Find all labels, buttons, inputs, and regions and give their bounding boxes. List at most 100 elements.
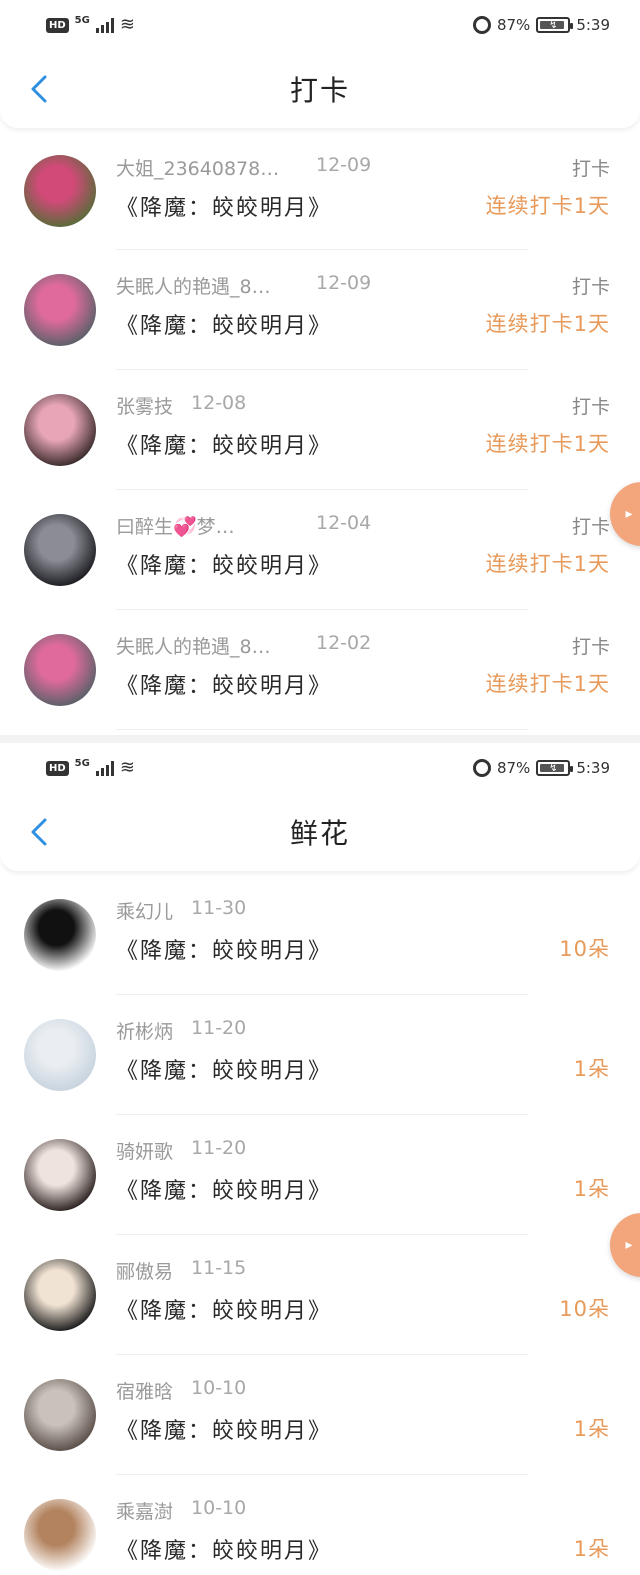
entry-meta: 郦傲易 11-15 xyxy=(116,1257,246,1284)
book-title[interactable]: 《降魔：皎皎明月》 xyxy=(116,1413,332,1445)
list-item[interactable]: 祈彬炳 11-20 《降魔：皎皎明月》 1朵 xyxy=(0,995,640,1115)
user-name[interactable]: 曰醉生💞梦… xyxy=(116,512,316,539)
user-name[interactable]: 宿雅晗 xyxy=(116,1377,173,1404)
hd-badge: HD xyxy=(46,17,69,33)
book-title[interactable]: 《降魔：皎皎明月》 xyxy=(116,1533,332,1565)
entry-meta: 张雾技 12-08 xyxy=(116,392,246,419)
avatar[interactable] xyxy=(24,1499,96,1571)
flower-count: 1朵 xyxy=(573,1417,610,1441)
status-left: HD 5G ≋ xyxy=(46,14,135,34)
alarm-icon xyxy=(472,16,491,34)
entry-meta: 祈彬炳 11-20 xyxy=(116,1017,246,1044)
user-name[interactable]: 失眠人的艳遇_8… xyxy=(116,632,316,659)
user-name[interactable]: 骑妍歌 xyxy=(116,1137,173,1164)
book-title[interactable]: 《降魔：皎皎明月》 xyxy=(116,1173,332,1205)
book-title[interactable]: 《降魔：皎皎明月》 xyxy=(116,428,332,460)
avatar[interactable] xyxy=(24,394,96,466)
flower-screen: HD 5G ≋ 87% ↯ 5:39 鲜花 乘幻儿 11-30 《降魔：皎皎明月》 1… xyxy=(0,743,640,1575)
entry-meta: 乘幻儿 11-30 xyxy=(116,897,246,924)
list-item[interactable]: 失眠人的艳遇_8… 12-02 《降魔：皎皎明月》 打卡 连续打卡1天 xyxy=(0,610,640,730)
avatar[interactable] xyxy=(24,514,96,586)
entry-meta: 骑妍歌 11-20 xyxy=(116,1137,246,1164)
status-right: 87% ↯ 5:39 xyxy=(472,16,610,34)
flower-count: 10朵 xyxy=(559,1297,610,1321)
list-item[interactable]: 骑妍歌 11-20 《降魔：皎皎明月》 1朵 xyxy=(0,1115,640,1235)
entry-date: 12-08 xyxy=(191,392,247,414)
wifi-icon: ≋ xyxy=(119,757,135,778)
status-left: HD 5G ≋ xyxy=(46,757,135,778)
list-item[interactable]: 郦傲易 11-15 《降魔：皎皎明月》 10朵 xyxy=(0,1235,640,1355)
list-item[interactable]: 张雾技 12-08 《降魔：皎皎明月》 打卡连续打卡1天 xyxy=(0,370,640,490)
battery-icon: ↯ xyxy=(536,17,574,33)
checkin-tag: 打卡 xyxy=(571,158,610,180)
user-name[interactable]: 郦傲易 xyxy=(116,1257,173,1284)
list-item[interactable]: 曰醉生💞梦… 12-04 《降魔：皎皎明月》 打卡 连续打卡1天 xyxy=(0,490,640,610)
entry-content: 张雾技 12-08 《降魔：皎皎明月》 打卡连续打卡1天 xyxy=(116,370,640,490)
book-title[interactable]: 《降魔：皎皎明月》 xyxy=(116,190,332,222)
entry-meta: 失眠人的艳遇_8… 12-09 xyxy=(116,272,371,299)
entry-content: 失眠人的艳遇_8… 12-02 《降魔：皎皎明月》 打卡 连续打卡1天 xyxy=(116,610,640,730)
list-item[interactable]: 乘幻儿 11-30 《降魔：皎皎明月》 10朵 xyxy=(0,875,640,995)
list-item[interactable]: 宿雅晗 10-10 《降魔：皎皎明月》 1朵 xyxy=(0,1355,640,1475)
avatar[interactable] xyxy=(24,899,96,971)
user-name[interactable]: 乘幻儿 xyxy=(116,897,173,924)
entry-meta: 宿雅晗 10-10 xyxy=(116,1377,246,1404)
entry-content: 骑妍歌 11-20 《降魔：皎皎明月》 1朵 xyxy=(116,1115,640,1235)
book-title[interactable]: 《降魔：皎皎明月》 xyxy=(116,1293,332,1325)
signal-icon xyxy=(95,760,114,776)
page-title: 打卡 xyxy=(289,74,350,107)
battery-percent: 87% xyxy=(496,759,531,777)
streak-count: 连续打卡1天 xyxy=(485,194,610,218)
hd-badge: HD xyxy=(46,760,69,776)
avatar[interactable] xyxy=(24,634,96,706)
flower-count: 10朵 xyxy=(559,937,610,961)
network-type: 5G xyxy=(74,14,90,26)
back-arrow-icon xyxy=(31,75,47,103)
back-button[interactable] xyxy=(24,72,54,106)
checkin-tag: 打卡 xyxy=(571,396,610,418)
book-title[interactable]: 《降魔：皎皎明月》 xyxy=(116,548,332,580)
entry-content: 祈彬炳 11-20 《降魔：皎皎明月》 1朵 xyxy=(116,995,640,1115)
list-item[interactable]: 失眠人的艳遇_8… 12-09 《降魔：皎皎明月》 打卡 连续打卡1天 xyxy=(0,250,640,370)
avatar[interactable] xyxy=(24,274,96,346)
flower-list: 乘幻儿 11-30 《降魔：皎皎明月》 10朵 祈彬炳 11-20 《降魔：皎皎明月》 1朵骑… xyxy=(0,875,640,1575)
alarm-icon xyxy=(472,759,491,777)
avatar[interactable] xyxy=(24,155,96,227)
back-arrow-icon xyxy=(31,818,47,846)
entry-date: 11-30 xyxy=(191,897,247,919)
back-button[interactable] xyxy=(24,815,54,849)
list-item[interactable]: 乘嘉澍 10-10 《降魔：皎皎明月》 1朵 xyxy=(0,1475,640,1575)
checkin-list: 大姐_23640878… 12-09 《降魔：皎皎明月》 打卡 连续打卡1天 失眠人的艳遇… xyxy=(0,132,640,730)
header: 鲜花 xyxy=(0,793,640,871)
entry-meta: 失眠人的艳遇_8… 12-02 xyxy=(116,632,371,659)
book-title[interactable]: 《降魔：皎皎明月》 xyxy=(116,308,332,340)
flower-count: 1朵 xyxy=(573,1057,610,1081)
clock: 5:39 xyxy=(576,759,610,777)
user-name[interactable]: 祈彬炳 xyxy=(116,1017,173,1044)
entry-content: 失眠人的艳遇_8… 12-09 《降魔：皎皎明月》 打卡 连续打卡1天 xyxy=(116,250,640,370)
avatar[interactable] xyxy=(24,1139,96,1211)
avatar[interactable] xyxy=(24,1019,96,1091)
entry-date: 12-09 xyxy=(316,272,372,294)
book-title[interactable]: 《降魔：皎皎明月》 xyxy=(116,1053,332,1085)
entry-date: 10-10 xyxy=(191,1497,247,1519)
book-title[interactable]: 《降魔：皎皎明月》 xyxy=(116,668,332,700)
entry-date: 12-02 xyxy=(316,632,372,654)
screen-divider xyxy=(0,735,640,743)
avatar[interactable] xyxy=(24,1259,96,1331)
checkin-tag: 打卡 xyxy=(571,636,610,658)
entry-date: 11-15 xyxy=(191,1257,247,1279)
book-title[interactable]: 《降魔：皎皎明月》 xyxy=(116,933,332,965)
entry-content: 曰醉生💞梦… 12-04 《降魔：皎皎明月》 打卡 连续打卡1天 xyxy=(116,490,640,610)
checkin-tag: 打卡 xyxy=(571,516,610,538)
entry-meta: 乘嘉澍 10-10 xyxy=(116,1497,246,1524)
user-name[interactable]: 失眠人的艳遇_8… xyxy=(116,272,316,299)
avatar[interactable] xyxy=(24,1379,96,1451)
user-name[interactable]: 大姐_23640878… xyxy=(116,154,316,181)
user-name[interactable]: 乘嘉澍 xyxy=(116,1497,173,1524)
floating-button-icon: ▸ xyxy=(625,1237,633,1253)
user-name[interactable]: 张雾技 xyxy=(116,392,173,419)
streak-count: 连续打卡1天 xyxy=(485,432,610,456)
flower-count: 1朵 xyxy=(573,1537,610,1561)
list-item[interactable]: 大姐_23640878… 12-09 《降魔：皎皎明月》 打卡 连续打卡1天 xyxy=(0,132,640,250)
